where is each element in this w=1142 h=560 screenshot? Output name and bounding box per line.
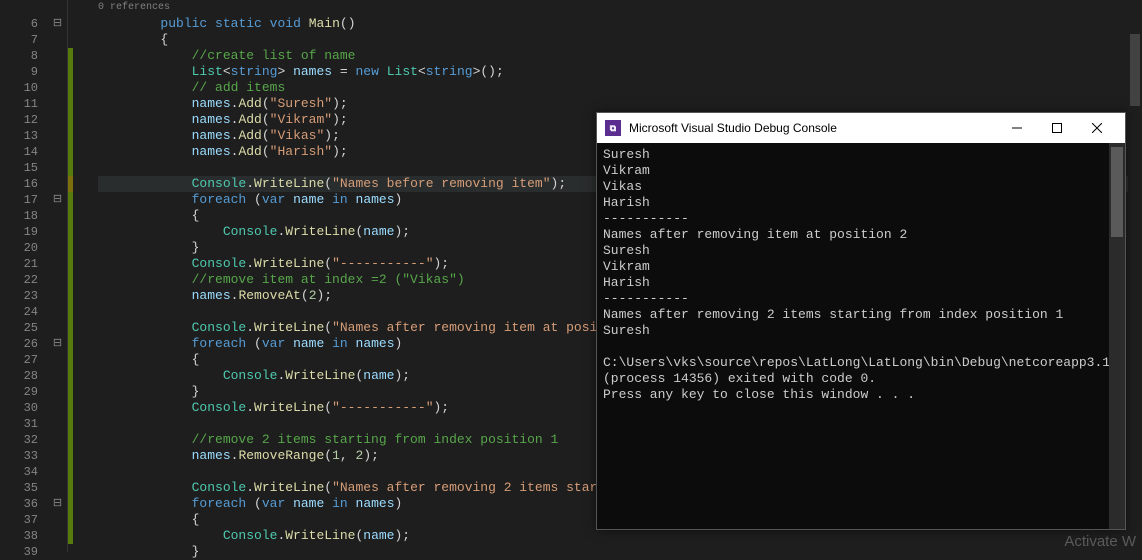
line-number-gutter: 6789101112131415161718192021222324252627… [0, 0, 48, 552]
editor-scrollbar-thumb[interactable] [1130, 34, 1140, 106]
code-line[interactable]: { [98, 32, 1142, 48]
editor-scrollbar[interactable] [1128, 0, 1142, 552]
fold-column[interactable]: ⊟ ⊟ ⊟ ⊟ [48, 0, 68, 552]
code-line[interactable]: public static void Main() [98, 16, 1142, 32]
console-output[interactable]: SureshVikramVikasHarish-----------Names … [597, 143, 1125, 529]
console-app-icon: ⧉ [605, 120, 621, 136]
activation-watermark: Activate W [1064, 533, 1136, 550]
console-line: Vikas [603, 179, 1119, 195]
console-scrollbar[interactable] [1109, 143, 1125, 529]
fold-toggle[interactable]: ⊟ [48, 336, 67, 352]
close-button[interactable] [1077, 113, 1117, 143]
fold-toggle[interactable]: ⊟ [48, 496, 67, 512]
console-line: Vikram [603, 259, 1119, 275]
console-line: Suresh [603, 147, 1119, 163]
code-line[interactable]: //create list of name [98, 48, 1142, 64]
code-line[interactable]: } [98, 544, 1142, 560]
console-line: Harish [603, 195, 1119, 211]
minimize-button[interactable] [997, 113, 1037, 143]
console-titlebar[interactable]: ⧉ Microsoft Visual Studio Debug Console [597, 113, 1125, 143]
console-line: Vikram [603, 163, 1119, 179]
console-line: Harish [603, 275, 1119, 291]
console-line: Press any key to close this window . . . [603, 387, 1119, 403]
console-line: Suresh [603, 323, 1119, 339]
console-line: C:\Users\vks\source\repos\LatLong\LatLon… [603, 355, 1119, 387]
console-line: ----------- [603, 211, 1119, 227]
maximize-button[interactable] [1037, 113, 1077, 143]
code-line[interactable]: List<string> names = new List<string>(); [98, 64, 1142, 80]
debug-console-window[interactable]: ⧉ Microsoft Visual Studio Debug Console … [596, 112, 1126, 530]
code-line[interactable]: names.Add("Suresh"); [98, 96, 1142, 112]
console-line: Suresh [603, 243, 1119, 259]
code-lens-references[interactable]: 0 references [98, 0, 1142, 16]
console-line: Names after removing item at position 2 [603, 227, 1119, 243]
code-line[interactable]: // add items [98, 80, 1142, 96]
fold-toggle[interactable]: ⊟ [48, 192, 67, 208]
console-line: Names after removing 2 items starting fr… [603, 307, 1119, 323]
code-line[interactable]: Console.WriteLine(name); [98, 528, 1142, 544]
fold-toggle[interactable]: ⊟ [48, 16, 67, 32]
console-line: ----------- [603, 291, 1119, 307]
console-line [603, 339, 1119, 355]
console-title: Microsoft Visual Studio Debug Console [629, 121, 997, 135]
console-scrollbar-thumb[interactable] [1111, 147, 1123, 237]
